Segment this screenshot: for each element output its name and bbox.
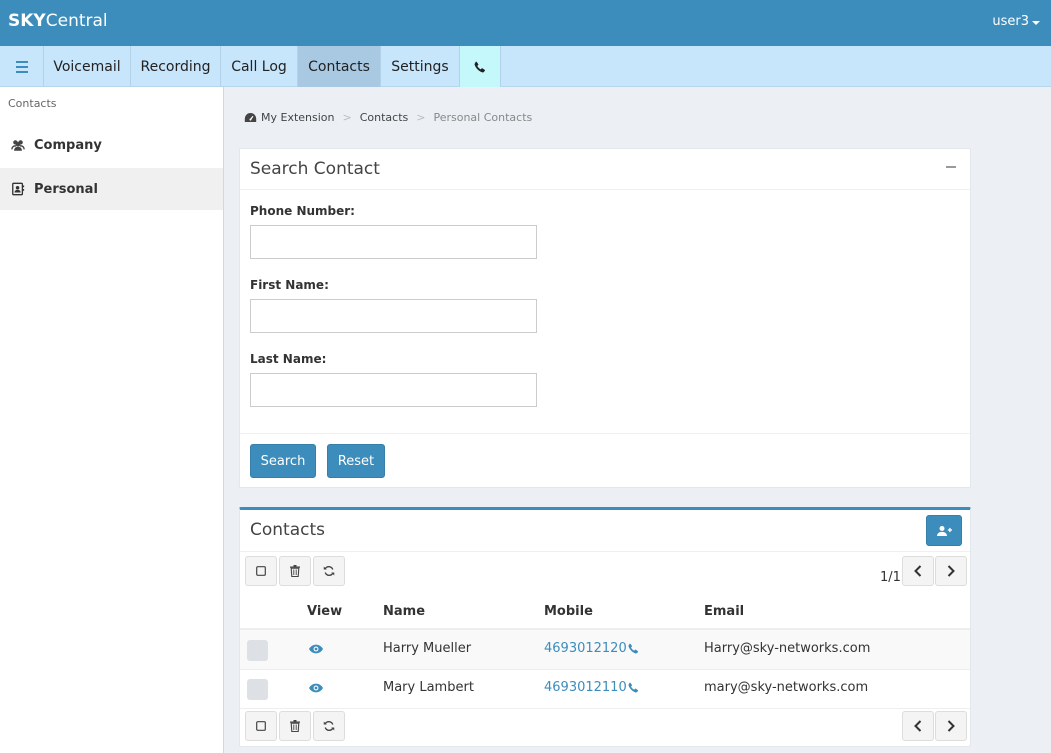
top-bar: SKYCentral user3 [0, 0, 1051, 46]
brand-bold: SKY [8, 11, 46, 31]
trash-icon [290, 720, 300, 732]
chevron-left-icon [914, 720, 922, 732]
tab-recording[interactable]: Recording [131, 46, 221, 87]
search-contact-box: Search Contact Phone Number: First Name:… [239, 148, 971, 488]
select-all-button[interactable] [245, 711, 277, 741]
breadcrumb-root[interactable]: My Extension [261, 111, 335, 124]
sidebar-item-label: Personal [34, 181, 98, 197]
tab-settings[interactable]: Settings [381, 46, 460, 87]
contact-name: Harry Mueller [383, 641, 472, 656]
eye-icon[interactable] [309, 644, 323, 654]
hamburger-menu-icon[interactable] [0, 46, 44, 87]
main-nav: Voicemail Recording Call Log Contacts Se… [0, 46, 1051, 87]
app-logo[interactable]: SKYCentral [8, 11, 108, 31]
phone-icon[interactable] [628, 682, 639, 693]
user-menu[interactable]: user3 [992, 14, 1040, 29]
contacts-box: Contacts 1/1 View Name Mobile Email Harr… [239, 507, 971, 747]
last-name-label: Last Name: [250, 352, 327, 366]
add-contact-button[interactable] [926, 515, 962, 546]
refresh-button[interactable] [313, 711, 345, 741]
column-header-name[interactable]: Name [383, 604, 425, 619]
phone-number-label: Phone Number: [250, 204, 355, 218]
row-checkbox[interactable] [247, 640, 268, 661]
table-row: Harry Mueller 4693012120 Harry@sky-netwo… [240, 630, 970, 669]
column-header-view[interactable]: View [307, 604, 342, 619]
square-icon [256, 721, 266, 731]
collapse-minus-icon[interactable] [946, 166, 956, 168]
row-divider [240, 708, 970, 709]
users-icon [11, 140, 25, 151]
next-page-button[interactable] [935, 556, 967, 586]
breadcrumb-current: Personal Contacts [433, 111, 533, 124]
sidebar-item-personal[interactable]: Personal [0, 168, 223, 210]
trash-icon [290, 565, 300, 577]
user-name: user3 [992, 14, 1029, 29]
row-checkbox[interactable] [247, 679, 268, 700]
mobile-number[interactable]: 4693012110 [544, 680, 627, 695]
breadcrumb-mid[interactable]: Contacts [360, 111, 409, 124]
address-card-icon [12, 182, 25, 196]
next-page-button[interactable] [935, 711, 967, 741]
tab-call-log[interactable]: Call Log [221, 46, 298, 87]
prev-page-button[interactable] [902, 556, 934, 586]
delete-button[interactable] [279, 711, 311, 741]
divider [240, 551, 970, 552]
first-name-input[interactable] [250, 299, 537, 333]
last-name-input[interactable] [250, 373, 537, 407]
contacts-box-title: Contacts [250, 520, 325, 540]
square-icon [256, 566, 266, 576]
refresh-icon [323, 721, 335, 731]
column-header-email[interactable]: Email [704, 604, 744, 619]
contact-name: Mary Lambert [383, 680, 474, 695]
refresh-button[interactable] [313, 556, 345, 586]
dashboard-icon [244, 113, 257, 122]
user-plus-icon [936, 525, 952, 536]
reset-button[interactable]: Reset [327, 444, 385, 478]
refresh-icon [323, 566, 335, 576]
chevron-right-icon [947, 565, 955, 577]
breadcrumb-separator: > [416, 111, 426, 124]
breadcrumb-separator: > [342, 111, 352, 124]
phone-icon [474, 61, 485, 72]
chevron-left-icon [914, 565, 922, 577]
chevron-right-icon [947, 720, 955, 732]
tab-voicemail[interactable]: Voicemail [44, 46, 131, 87]
contact-email: mary@sky-networks.com [704, 680, 869, 695]
tab-phone[interactable] [460, 46, 501, 87]
breadcrumb: My Extension > Contacts > Personal Conta… [244, 111, 532, 124]
sidebar-header: Contacts [8, 97, 57, 110]
mobile-number[interactable]: 4693012120 [544, 641, 627, 656]
first-name-label: First Name: [250, 278, 329, 292]
brand-rest: Central [45, 11, 108, 31]
table-row: Mary Lambert 4693012110 mary@sky-network… [240, 670, 970, 709]
phone-icon[interactable] [628, 643, 639, 654]
sidebar: Contacts Company Personal [0, 87, 224, 753]
contact-email: Harry@sky-networks.com [704, 641, 871, 656]
eye-icon[interactable] [309, 683, 323, 693]
tab-contacts[interactable]: Contacts [298, 46, 381, 87]
prev-page-button[interactable] [902, 711, 934, 741]
contact-mobile[interactable]: 4693012120 [544, 641, 639, 656]
select-all-button[interactable] [245, 556, 277, 586]
search-button[interactable]: Search [250, 444, 316, 478]
delete-button[interactable] [279, 556, 311, 586]
phone-number-input[interactable] [250, 225, 537, 259]
contact-mobile[interactable]: 4693012110 [544, 680, 639, 695]
sidebar-item-label: Company [34, 137, 102, 153]
pager-text: 1/1 [880, 570, 901, 585]
divider [240, 433, 970, 434]
caret-down-icon [1032, 20, 1040, 25]
sidebar-item-company[interactable]: Company [0, 124, 223, 166]
divider [240, 189, 970, 190]
search-box-title: Search Contact [250, 159, 380, 179]
column-header-mobile[interactable]: Mobile [544, 604, 593, 619]
